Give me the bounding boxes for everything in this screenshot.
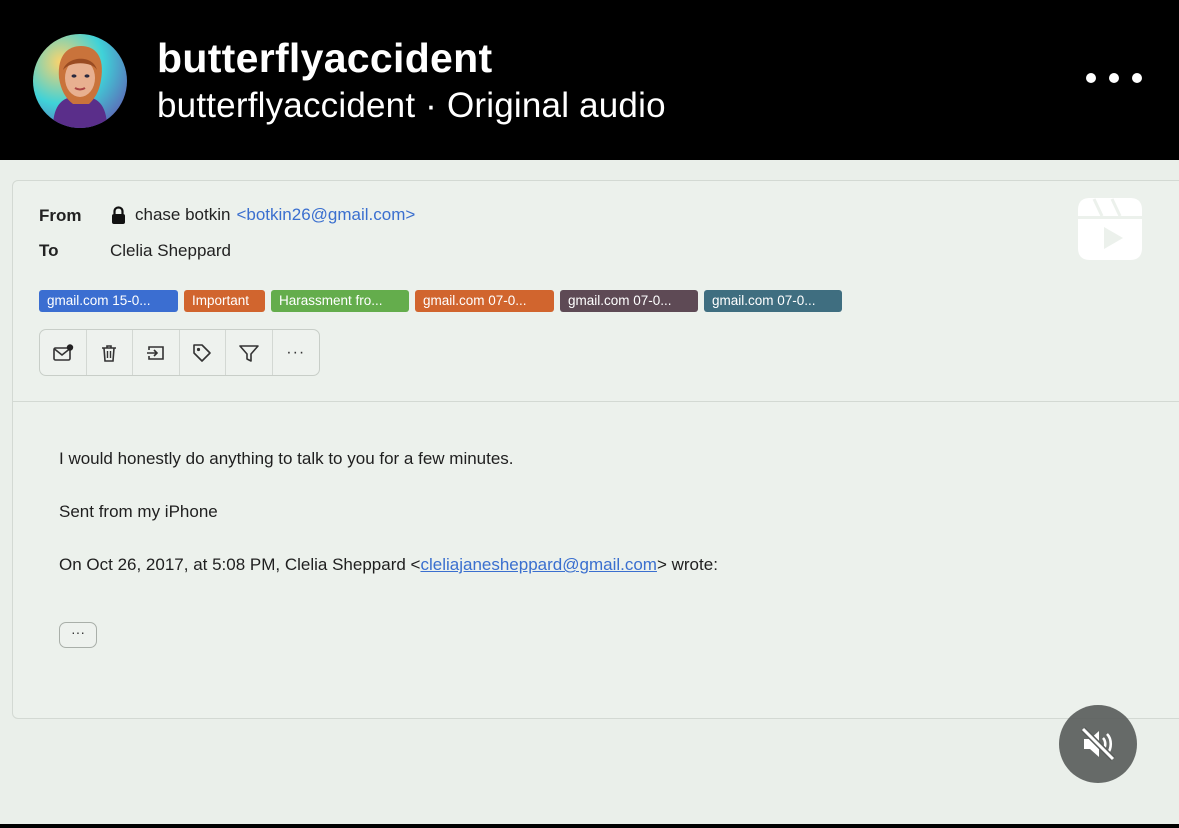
filter-button[interactable] [226, 330, 273, 375]
from-value: chase botkin <botkin26@gmail.com> [110, 205, 415, 225]
mark-unread-icon [52, 343, 73, 361]
message-line: I would honestly do anything to talk to … [59, 449, 514, 468]
tag-chip[interactable]: Harassment fro... [271, 290, 409, 312]
signature-line: Sent from my iPhone [59, 502, 218, 521]
delete-button[interactable] [87, 330, 133, 375]
email-toolbar: ··· [39, 329, 320, 376]
username[interactable]: butterflyaccident [157, 34, 492, 82]
tag-chip[interactable]: gmail.com 15-0... [39, 290, 178, 312]
more-actions-button[interactable]: ··· [273, 330, 320, 375]
audio-attribution[interactable]: butterflyaccident · Original audio [157, 84, 666, 128]
bottom-edge [0, 824, 1179, 828]
post-header: butterflyaccident butterflyaccident · Or… [0, 0, 1179, 160]
sender-name: chase botkin [135, 205, 231, 224]
label-button[interactable] [180, 330, 226, 375]
to-label: To [39, 241, 59, 260]
move-icon [146, 345, 164, 360]
recipient-name: Clelia Sheppard [110, 241, 231, 260]
label-tags: gmail.com 15-0... Important Harassment f… [39, 290, 848, 312]
trash-icon [102, 344, 117, 362]
tag-chip[interactable]: gmail.com 07-0... [560, 290, 698, 312]
show-trimmed-button[interactable]: ··· [59, 622, 97, 648]
move-button[interactable] [133, 330, 180, 375]
divider [13, 401, 1179, 402]
sender-email[interactable]: <botkin26@gmail.com> [236, 205, 415, 225]
quote-suffix: > wrote: [656, 555, 718, 574]
lock-icon [112, 205, 125, 224]
from-label: From [39, 206, 82, 225]
quote-header: On Oct 26, 2017, at 5:08 PM, Clelia Shep… [59, 555, 718, 575]
mute-toggle[interactable] [1059, 705, 1137, 783]
reels-icon [1078, 198, 1142, 260]
filter-icon [238, 344, 259, 362]
more-options-icon[interactable] [1086, 62, 1142, 94]
more-icon: ··· [286, 343, 306, 361]
mark-unread-button[interactable] [40, 330, 87, 375]
tag-chip[interactable]: Important [184, 290, 265, 312]
tag-chip[interactable]: gmail.com 07-0... [415, 290, 554, 312]
email-card: From chase botkin <botkin26@gmail.com> T… [12, 180, 1179, 719]
avatar[interactable] [33, 34, 127, 128]
tag-chip[interactable]: gmail.com 07-0... [704, 290, 842, 312]
tag-icon [193, 343, 212, 362]
muted-speaker-icon [1080, 726, 1116, 762]
quote-email-link[interactable]: cleliajanesheppard@gmail.com [420, 555, 657, 574]
quote-prefix: On Oct 26, 2017, at 5:08 PM, Clelia Shep… [59, 555, 421, 574]
